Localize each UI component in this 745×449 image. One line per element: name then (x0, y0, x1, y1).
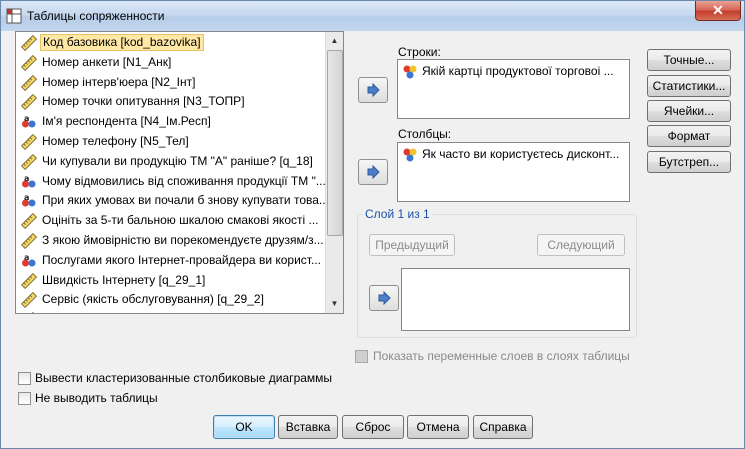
close-button[interactable]: ✕ (695, 1, 741, 21)
ruler-icon (21, 54, 37, 71)
variable-label: Номер точки опитування [N3_ТОПР] (42, 94, 245, 109)
layer-list[interactable] (401, 268, 630, 331)
svg-text:a: a (24, 253, 29, 262)
title-bar[interactable]: Таблицы сопряженности ✕ (1, 1, 744, 31)
bootstrap-button[interactable]: Бутстреп... (647, 151, 731, 173)
variable-label: Швидкість Інтернету [q_29_1] (42, 272, 206, 287)
ruler-icon (21, 94, 37, 111)
nominal-icon (403, 148, 417, 162)
variable-list-item[interactable]: a При яких умовах ви почали б знову купув… (19, 192, 329, 210)
ruler-icon (21, 153, 37, 170)
variable-list-item[interactable]: Швидкість Інтернету [q_29_1] (19, 272, 329, 290)
variable-list-item[interactable]: a Чому відмовились від споживання продукц… (19, 173, 329, 191)
variable-label: Код базовика [kod_bazovika] (40, 34, 204, 51)
source-variable-list[interactable]: Код базовика [kod_bazovika] Номер анкети … (15, 31, 344, 314)
move-to-layer-button[interactable] (369, 285, 399, 311)
ruler-icon (21, 312, 37, 313)
variable-label: Послугами якого Інтернет-провайдера ви к… (42, 252, 321, 267)
variable-label: Чому відмовились від споживання продукці… (42, 173, 326, 188)
variable-list-scrollbar[interactable]: ▲ ▼ (325, 32, 343, 313)
variable-list-item[interactable]: Номер точки опитування [N3_ТОПР] (19, 93, 329, 111)
columns-item-label: Як часто ви користуєтесь дисконт... (422, 147, 620, 161)
variable-label: Чи купували ви продукцію ТМ "А" раніше? … (42, 153, 313, 168)
rows-item-label: Якій картці продуктової торговоі ... (422, 64, 614, 78)
variable-list-item[interactable]: Номер інтерв'юера [N2_Інт] (19, 74, 329, 92)
variable-label: Номер телефону [N5_Тел] (42, 134, 189, 148)
columns-label: Столбцы: (398, 127, 452, 141)
svg-text:a: a (24, 193, 29, 202)
ruler-icon (21, 292, 37, 309)
ruler-icon (21, 233, 37, 249)
statistics-button[interactable]: Статистики... (647, 75, 731, 97)
reset-button[interactable]: Сброс (342, 415, 404, 439)
variable-list-item[interactable]: Стабільність роботи Інтернету [q_29_3] (19, 311, 329, 313)
move-to-rows-button[interactable] (358, 77, 388, 103)
ok-button[interactable]: OK (213, 415, 275, 439)
variable-label: З якою ймовірністю ви порекомендуєте дру… (42, 233, 324, 247)
show-layer-vars-checkbox[interactable] (355, 350, 368, 363)
variable-list-item[interactable]: Сервіс (якість обслуговування) [q_29_2] (19, 291, 329, 309)
rows-list[interactable]: Якій картці продуктової торговоі ... (397, 59, 630, 119)
ruler-icon (21, 272, 37, 289)
paste-button[interactable]: Вставка (278, 415, 338, 439)
rows-label: Строки: (398, 45, 441, 59)
previous-layer-button[interactable]: Предыдущий (369, 234, 455, 256)
nominal-string-icon: a (22, 253, 36, 267)
variable-list-item[interactable]: a Послугами якого Інтернет-провайдера ви … (19, 252, 329, 270)
ruler-icon (21, 134, 37, 150)
close-icon: ✕ (712, 2, 724, 18)
clustered-bars-label: Вывести кластеризованные столбиковые диа… (35, 371, 333, 385)
variable-list-item[interactable]: Номер телефону [N5_Тел] (19, 133, 329, 151)
svg-text:a: a (24, 174, 29, 183)
arrow-right-icon (367, 165, 380, 179)
variable-list-item[interactable]: Чи купували ви продукцію ТМ "А" раніше? … (19, 153, 329, 171)
scroll-thumb[interactable] (327, 50, 343, 236)
variable-label: Номер інтерв'юера [N2_Інт] (42, 74, 196, 89)
show-layer-vars-label: Показать переменные слоев в слоях таблиц… (373, 349, 630, 363)
columns-list[interactable]: Як часто ви користуєтесь дисконт... (397, 142, 630, 202)
nominal-icon (403, 65, 417, 79)
cells-button[interactable]: Ячейки... (647, 100, 731, 122)
layer-group-label: Слой 1 из 1 (363, 207, 432, 221)
ruler-icon (21, 74, 37, 91)
variable-label: Ім'я респондента [N4_Ім.Респ] (42, 114, 211, 129)
variable-label: Стабільність роботи Інтернету [q_29_3] (40, 311, 263, 313)
arrow-right-icon (378, 291, 391, 305)
variable-list-item[interactable]: З якою ймовірністю ви порекомендуєте дру… (19, 232, 329, 250)
nominal-string-icon: a (22, 174, 36, 188)
scroll-up-icon[interactable]: ▲ (327, 33, 342, 49)
svg-text:a: a (24, 114, 29, 123)
window-title: Таблицы сопряженности (27, 9, 165, 23)
format-button[interactable]: Формат (647, 125, 731, 147)
nominal-string-icon: a (22, 193, 36, 207)
variable-list-item[interactable]: Номер анкети [N1_Анк] (19, 54, 329, 72)
arrow-right-icon (367, 83, 380, 97)
suppress-tables-checkbox[interactable] (18, 392, 31, 405)
variable-label: Номер анкети [N1_Анк] (42, 54, 172, 69)
ruler-icon (21, 213, 37, 230)
exact-button[interactable]: Точные... (647, 49, 731, 71)
scroll-down-icon[interactable]: ▼ (327, 296, 342, 312)
variable-list-item[interactable]: Оцініть за 5-ти бальною шкалою смакові я… (19, 212, 329, 230)
clustered-bars-checkbox[interactable] (18, 372, 31, 385)
move-to-columns-button[interactable] (358, 159, 388, 185)
variable-label: Сервіс (якість обслуговування) [q_29_2] (42, 292, 264, 307)
variable-label: Оцініть за 5-ти бальною шкалою смакові я… (42, 213, 319, 228)
variable-list-item[interactable]: Код базовика [kod_bazovika] (19, 34, 329, 52)
variable-label: При яких умовах ви почали б знову купува… (42, 193, 329, 208)
help-button[interactable]: Справка (473, 415, 533, 439)
variable-list-item[interactable]: a Ім'я респондента [N4_Ім.Респ] (19, 113, 329, 131)
crosstabs-app-icon (6, 8, 22, 24)
next-layer-button[interactable]: Следующий (537, 234, 625, 256)
nominal-string-icon: a (22, 114, 36, 128)
ruler-icon (21, 35, 37, 51)
crosstabs-dialog: Таблицы сопряженности ✕ Код базовика [ko… (0, 0, 745, 449)
suppress-tables-label: Не выводить таблицы (35, 391, 158, 405)
cancel-button[interactable]: Отмена (407, 415, 469, 439)
